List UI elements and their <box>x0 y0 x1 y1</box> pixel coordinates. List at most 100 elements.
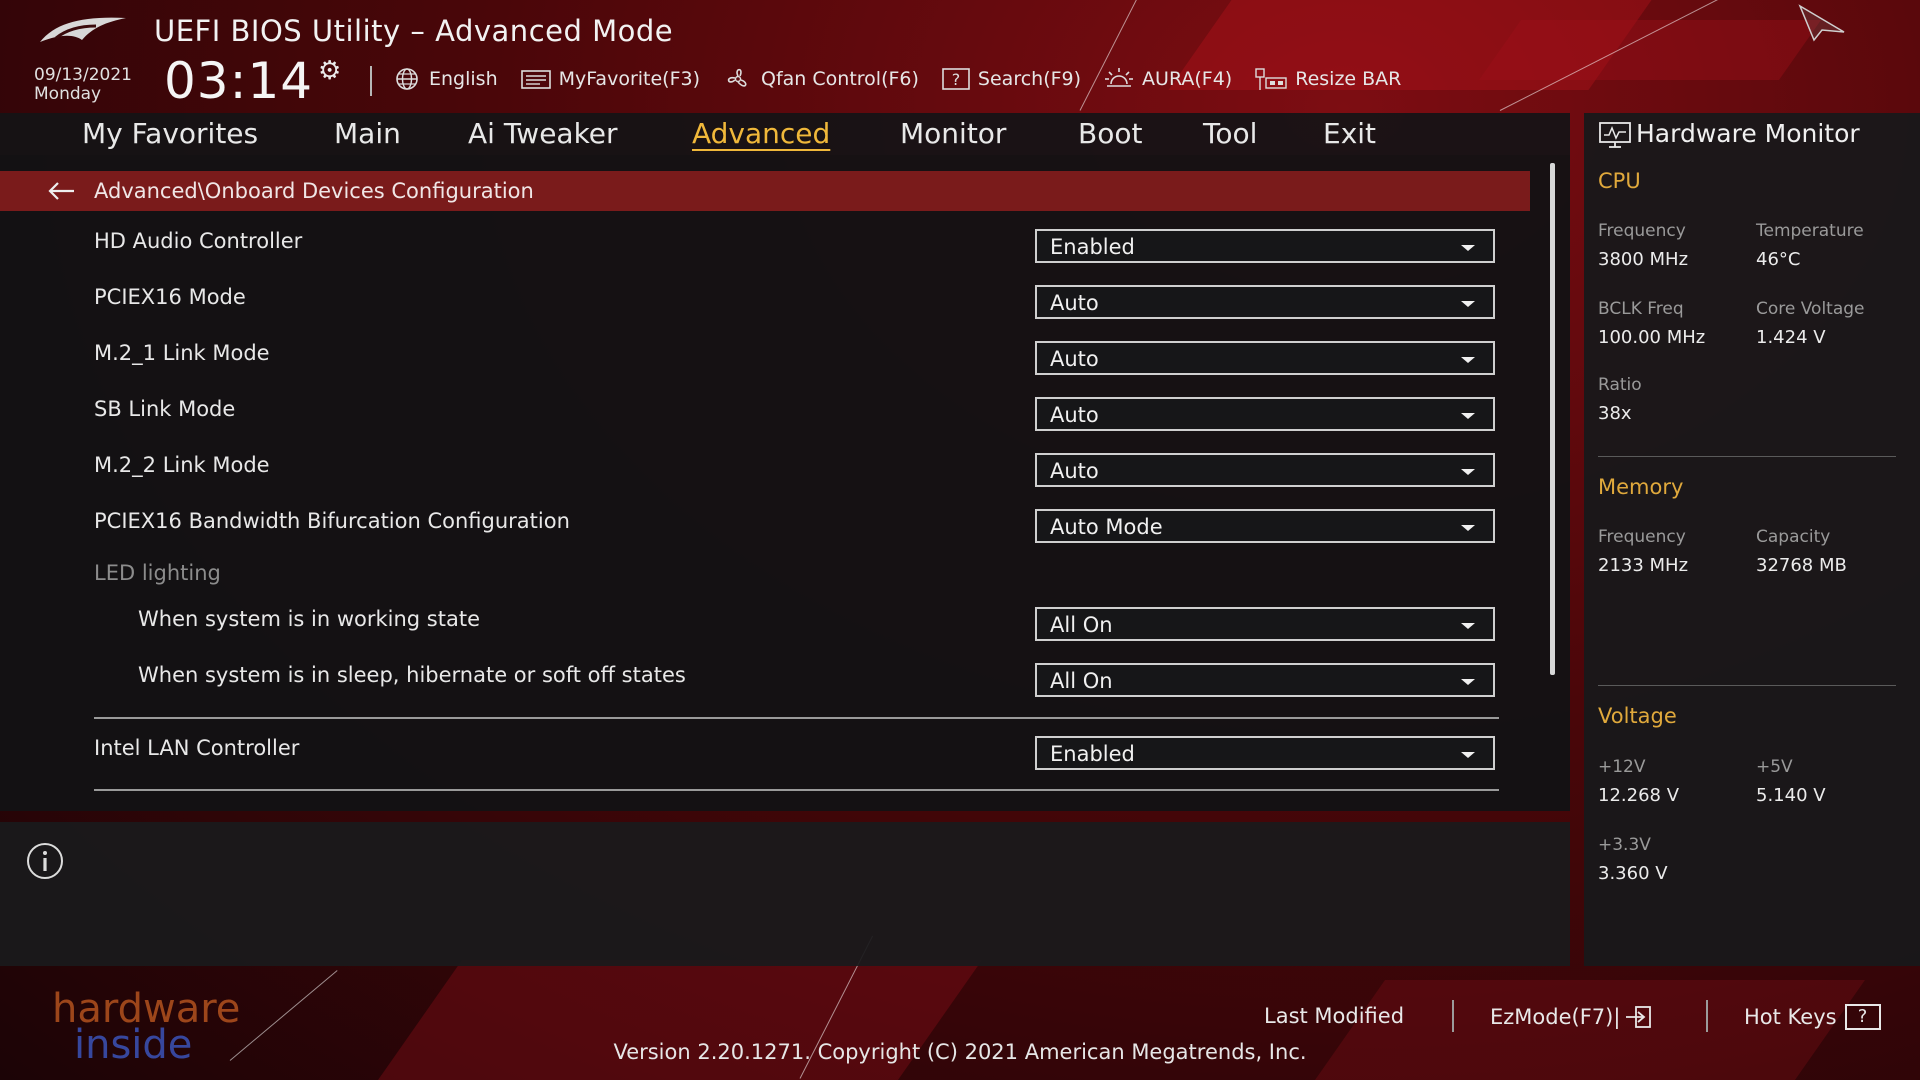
last-modified-label: Last Modified <box>1264 1004 1405 1028</box>
tab-main[interactable]: Main <box>334 117 401 150</box>
time-settings-gear-icon[interactable]: ⚙ <box>318 56 341 86</box>
dropdown-m2-2-link-mode[interactable]: Auto <box>1035 453 1495 487</box>
hot-keys-label: Hot Keys <box>1744 1005 1837 1029</box>
memory-frequency-label: Frequency <box>1598 527 1686 547</box>
last-modified-button[interactable]: Last Modified <box>1264 1004 1404 1028</box>
dropdown-value: All On <box>1050 669 1113 693</box>
setting-label-bifurcation: PCIEX16 Bandwidth Bifurcation Configurat… <box>94 509 570 533</box>
section-divider <box>94 717 1499 719</box>
v5-value: 5.140 V <box>1756 785 1826 806</box>
memory-capacity-value: 32768 MB <box>1756 555 1847 576</box>
setting-label-m2-2-link-mode: M.2_2 Link Mode <box>94 453 270 477</box>
aura-button[interactable]: AURA(F4) <box>1103 66 1232 92</box>
aura-icon <box>1105 68 1134 87</box>
myfavorite-label: MyFavorite(F3) <box>558 68 701 90</box>
aura-label: AURA(F4) <box>1142 68 1233 90</box>
tab-advanced[interactable]: Advanced <box>692 117 830 150</box>
dropdown-value: Auto <box>1050 347 1099 371</box>
ratio-label: Ratio <box>1598 375 1642 395</box>
rog-logo <box>40 17 126 42</box>
dropdown-m2-1-link-mode[interactable]: Auto <box>1035 341 1495 375</box>
date-text: 09/13/2021 <box>34 65 132 85</box>
setting-label-m2-1-link-mode: M.2_1 Link Mode <box>94 341 270 365</box>
resize-bar-button[interactable]: Resize BAR <box>1254 66 1401 92</box>
chevron-down-icon <box>1461 245 1475 251</box>
version-copyright: Version 2.20.1271. Copyright (C) 2021 Am… <box>613 1040 1307 1064</box>
dropdown-value: All On <box>1050 613 1113 637</box>
tab-tool[interactable]: Tool <box>1203 117 1257 150</box>
cpu-section-title: CPU <box>1598 169 1641 193</box>
ratio-value: 38x <box>1598 403 1632 424</box>
bclk-freq-value: 100.00 MHz <box>1598 327 1706 348</box>
v12-label: +12V <box>1598 757 1646 777</box>
chevron-down-icon <box>1461 357 1475 363</box>
hwm-divider <box>1598 685 1896 686</box>
resize-bar-label: Resize BAR <box>1295 68 1402 90</box>
cpu-temperature-label: Temperature <box>1756 221 1864 241</box>
search-label: Search(F9) <box>977 68 1082 90</box>
tab-boot[interactable]: Boot <box>1078 117 1142 150</box>
chevron-down-icon <box>1461 301 1475 307</box>
dropdown-hd-audio[interactable]: Enabled <box>1035 229 1495 263</box>
back-arrow-icon[interactable] <box>46 180 76 202</box>
dropdown-pciex16-mode[interactable]: Auto <box>1035 285 1495 319</box>
header-separator <box>370 66 372 96</box>
qfan-control-button[interactable]: Qfan Control(F6) <box>722 66 919 92</box>
voltage-section-title: Voltage <box>1598 704 1677 728</box>
setting-label-led-working: When system is in working state <box>138 607 481 631</box>
info-icon <box>27 843 63 879</box>
setting-label-intel-lan: Intel LAN Controller <box>94 736 300 760</box>
resize-bar-icon <box>1255 68 1287 90</box>
v33-label: +3.3V <box>1598 835 1651 855</box>
section-divider <box>94 789 1499 791</box>
dropdown-value: Enabled <box>1050 235 1135 259</box>
favorite-icon <box>520 70 551 89</box>
core-voltage-value: 1.424 V <box>1756 327 1826 348</box>
tab-exit[interactable]: Exit <box>1323 117 1376 150</box>
chevron-down-icon <box>1461 469 1475 475</box>
footer-separator <box>1706 1000 1708 1032</box>
main-nav: My Favorites Main Ai Tweaker Advanced Mo… <box>0 113 1570 155</box>
dropdown-sb-link-mode[interactable]: Auto <box>1035 397 1495 431</box>
dropdown-value: Auto <box>1050 459 1099 483</box>
scrollbar[interactable] <box>1550 163 1555 675</box>
core-voltage-label: Core Voltage <box>1756 299 1865 319</box>
search-button[interactable]: ? Search(F9) <box>941 67 1081 91</box>
hot-keys-button[interactable]: Hot Keys ? <box>1744 1004 1881 1030</box>
ezmode-button[interactable]: EzMode(F7)| <box>1490 1004 1654 1030</box>
tab-monitor[interactable]: Monitor <box>900 117 1006 150</box>
language-label: English <box>429 68 498 90</box>
tab-ai-tweaker[interactable]: Ai Tweaker <box>468 117 618 150</box>
memory-capacity-label: Capacity <box>1756 527 1831 547</box>
date-display: 09/13/2021 Monday <box>34 66 132 104</box>
breadcrumb-path: Advanced\Onboard Devices Configuration <box>94 179 534 203</box>
dropdown-led-sleep[interactable]: All On <box>1035 663 1495 697</box>
setting-label-pciex16-mode: PCIEX16 Mode <box>94 285 246 309</box>
setting-label-led-sleep: When system is in sleep, hibernate or so… <box>138 663 686 687</box>
memory-frequency-value: 2133 MHz <box>1598 555 1689 576</box>
dropdown-value: Auto <box>1050 403 1099 427</box>
send-arrow-icon <box>1798 4 1845 42</box>
setting-label-hd-audio: HD Audio Controller <box>94 229 303 253</box>
help-info-panel <box>0 822 1570 966</box>
monitor-icon <box>1599 122 1631 148</box>
dropdown-led-working[interactable]: All On <box>1035 607 1495 641</box>
v5-label: +5V <box>1756 757 1793 777</box>
dropdown-value: Auto Mode <box>1050 515 1163 539</box>
globe-icon <box>396 68 418 90</box>
header: UEFI BIOS Utility – Advanced Mode 09/13/… <box>0 0 1920 112</box>
dropdown-bifurcation[interactable]: Auto Mode <box>1035 509 1495 543</box>
tab-my-favorites[interactable]: My Favorites <box>82 117 258 150</box>
time-display: 03:14 <box>164 52 314 110</box>
breadcrumb: Advanced\Onboard Devices Configuration <box>0 171 1530 211</box>
language-button[interactable]: English <box>392 67 498 91</box>
chevron-down-icon <box>1461 752 1475 758</box>
svg-text:?: ? <box>952 70 961 89</box>
dropdown-value: Auto <box>1050 291 1099 315</box>
hardware-monitor-title: Hardware Monitor <box>1636 119 1860 148</box>
settings-panel: Advanced\Onboard Devices Configuration H… <box>0 155 1570 811</box>
dropdown-intel-lan[interactable]: Enabled <box>1035 736 1495 770</box>
toolbar: English MyFavorite(F3) Qfan Control(F6) … <box>392 64 1423 94</box>
chevron-down-icon <box>1461 413 1475 419</box>
myfavorite-button[interactable]: MyFavorite(F3) <box>520 68 700 90</box>
